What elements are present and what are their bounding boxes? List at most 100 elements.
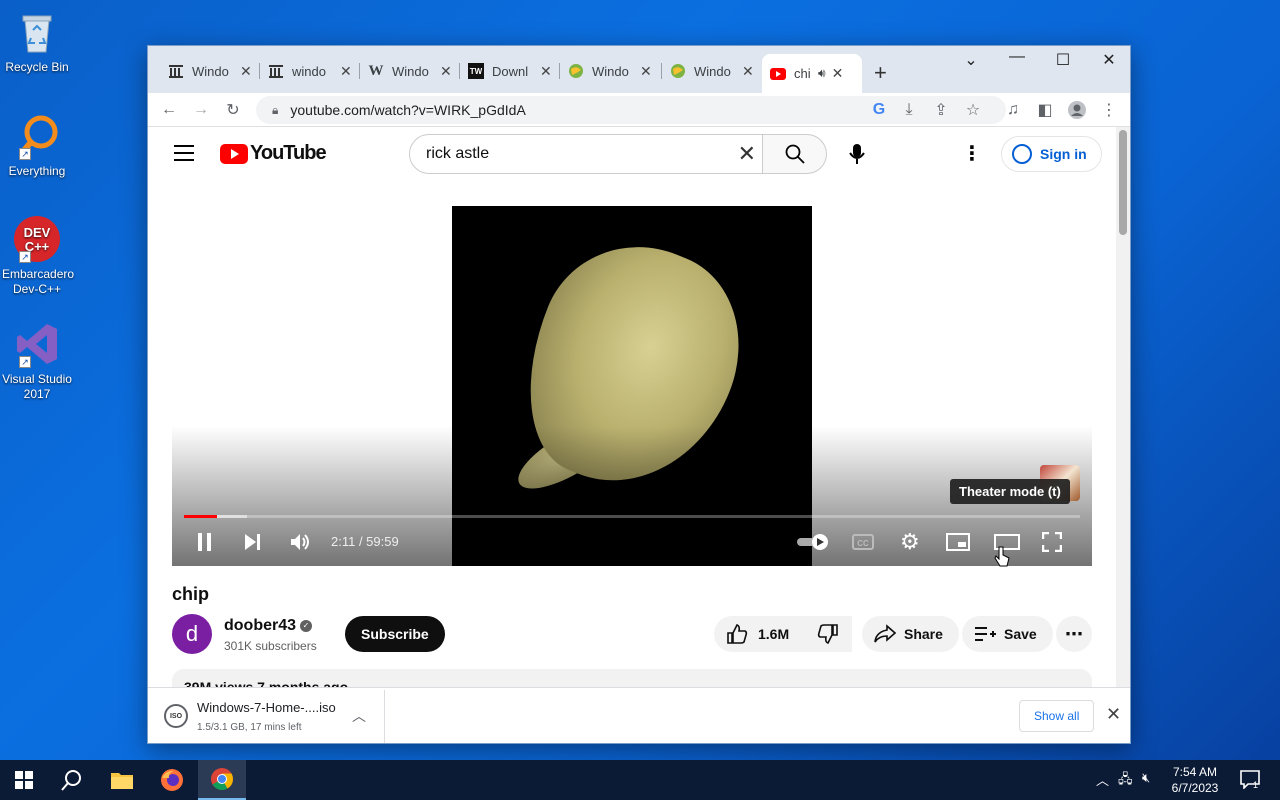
youtube-play-icon xyxy=(220,143,248,164)
tab-title: Windo xyxy=(694,63,731,79)
channel-avatar[interactable]: d xyxy=(172,614,212,654)
pause-icon xyxy=(198,533,211,551)
chrome-button[interactable] xyxy=(198,760,246,800)
reload-button[interactable]: ↻ xyxy=(222,99,244,121)
google-lens-icon[interactable]: G xyxy=(868,99,890,121)
miniplayer-button[interactable] xyxy=(946,530,970,554)
share-button[interactable]: Share xyxy=(862,616,959,652)
save-button[interactable]: Save xyxy=(962,616,1053,652)
pause-button[interactable] xyxy=(196,530,214,554)
close-tab-icon[interactable]: ✕ xyxy=(742,63,754,80)
show-all-button[interactable]: Show all xyxy=(1019,700,1095,732)
video-player[interactable]: Theater mode (t) 2:11 / 59:59 CC ⚙ xyxy=(172,206,1092,567)
close-window-button[interactable]: ✕ xyxy=(1086,50,1130,70)
firefox-button[interactable] xyxy=(148,760,196,800)
back-button[interactable]: ← xyxy=(158,99,180,121)
file-explorer-button[interactable] xyxy=(98,760,146,800)
share-page-icon[interactable]: ⇪ xyxy=(930,99,952,121)
tab-wikipedia[interactable]: W Windo ✕ xyxy=(360,56,460,86)
show-hidden-icons[interactable]: ︿ xyxy=(1096,770,1109,789)
start-button[interactable] xyxy=(0,760,48,800)
taskbar-search-button[interactable] xyxy=(48,760,96,800)
close-tab-icon[interactable]: ✕ xyxy=(540,63,552,80)
notification-center-icon[interactable]: 1 xyxy=(1240,769,1260,792)
settings-menu-icon[interactable]: ⋮ xyxy=(962,141,982,166)
tab-windows-5[interactable]: Windo ✕ xyxy=(560,56,662,86)
tab-strip: Windo ✕ windo ✕ W Windo ✕ TW Downl ✕ Win… xyxy=(148,46,1130,93)
chevron-up-icon[interactable]: ︿ xyxy=(352,706,366,726)
iso-file-icon: ISO xyxy=(164,704,188,728)
desktop-icon-label: Visual Studio 2017 xyxy=(2,372,72,401)
hamburger-menu-icon[interactable] xyxy=(174,145,194,166)
close-shelf-icon[interactable]: ✕ xyxy=(1106,704,1121,725)
search-icon xyxy=(785,144,805,164)
forward-button[interactable]: → xyxy=(190,99,212,121)
progress-bar[interactable] xyxy=(184,515,1080,518)
channel-name: doober43 xyxy=(224,617,297,634)
verified-check-icon: ✓ xyxy=(300,619,313,632)
player-tooltip: Theater mode (t) xyxy=(950,479,1070,504)
taskbar: ︿ 🖧︎ 🔇︎ 7:54 AM 6/7/2023 1 xyxy=(0,760,1280,800)
svg-text:DEV: DEV xyxy=(24,225,51,240)
volume-button[interactable] xyxy=(290,530,312,554)
lock-icon[interactable]: 🔒︎ xyxy=(272,103,278,118)
progress-played xyxy=(184,515,218,518)
desktop-icon-everything[interactable]: ↗ Everything xyxy=(2,112,72,179)
tab-search-button[interactable]: ⌄ xyxy=(948,50,994,70)
voice-search-button[interactable] xyxy=(841,138,873,170)
share-label: Share xyxy=(904,626,943,642)
desktop-icon-recycle-bin[interactable]: Recycle Bin xyxy=(2,8,72,75)
browser-menu-icon[interactable]: ⋮ xyxy=(1098,99,1120,121)
download-shelf: ISO Windows-7-Home-....iso 1.5/3.1 GB, 1… xyxy=(148,687,1130,743)
close-tab-icon[interactable]: ✕ xyxy=(832,65,844,82)
tab-windows-1[interactable]: Windo ✕ xyxy=(160,56,260,86)
volume-muted-icon[interactable]: 🔇︎ xyxy=(1142,770,1150,786)
search-button[interactable] xyxy=(763,134,827,174)
desktop-icon-devcpp[interactable]: DEV C++ ↗ Embarcadero Dev-C++ xyxy=(2,215,74,297)
chrome-icon xyxy=(211,768,233,790)
fullscreen-button[interactable] xyxy=(1042,530,1062,554)
search-input[interactable]: rick astle ✕ xyxy=(409,134,763,174)
profile-icon[interactable] xyxy=(1066,99,1088,121)
audio-playing-icon[interactable]: 🔊︎ xyxy=(818,66,826,81)
gear-icon: ⚙ xyxy=(900,529,920,554)
close-tab-icon[interactable]: ✕ xyxy=(240,63,252,80)
channel-name-row[interactable]: doober43 ✓ xyxy=(224,617,313,635)
minimize-button[interactable]: — xyxy=(994,48,1040,66)
view-count-date: 39M views 7 months ago xyxy=(184,679,349,687)
scrollbar-thumb[interactable] xyxy=(1119,130,1127,235)
bookmark-star-icon[interactable]: ☆ xyxy=(962,99,984,121)
network-icon[interactable]: 🖧︎ xyxy=(1118,770,1133,792)
download-file-name[interactable]: Windows-7-Home-....iso xyxy=(197,700,336,715)
sign-in-button[interactable]: Sign in xyxy=(1001,136,1102,172)
more-actions-button[interactable]: ⋯ xyxy=(1056,616,1092,652)
clear-search-icon[interactable]: ✕ xyxy=(738,141,756,167)
maximize-button[interactable]: ☐ xyxy=(1040,50,1086,70)
tab-download[interactable]: TW Downl ✕ xyxy=(460,56,560,86)
tab-youtube-active[interactable]: chi 🔊︎ ✕ xyxy=(762,54,862,93)
new-tab-button[interactable]: + xyxy=(874,60,887,86)
page-scrollbar[interactable] xyxy=(1116,127,1130,687)
description-box[interactable]: 39M views 7 months ago xyxy=(172,669,1092,687)
firefox-icon xyxy=(161,769,183,791)
desktop-icon-visual-studio[interactable]: ↗ Visual Studio 2017 xyxy=(2,320,72,402)
install-app-icon[interactable]: ⤓ xyxy=(898,99,920,121)
captions-button[interactable]: CC xyxy=(852,530,874,554)
tab-title: windo xyxy=(292,63,326,79)
close-tab-icon[interactable]: ✕ xyxy=(640,63,652,80)
side-panel-icon[interactable]: ◧ xyxy=(1034,99,1056,121)
dislike-button[interactable] xyxy=(804,616,852,652)
settings-button[interactable]: ⚙ xyxy=(900,529,920,554)
next-button[interactable] xyxy=(244,530,262,554)
youtube-logo[interactable]: YouTube xyxy=(220,142,327,165)
close-tab-icon[interactable]: ✕ xyxy=(440,63,452,80)
like-count: 1.6M xyxy=(758,626,790,642)
tab-windows-2[interactable]: windo ✕ xyxy=(260,56,360,86)
system-clock[interactable]: 7:54 AM 6/7/2023 xyxy=(1160,764,1230,796)
address-bar[interactable]: 🔒︎ youtube.com/watch?v=WIRK_pGdIdA xyxy=(256,96,1006,124)
close-tab-icon[interactable]: ✕ xyxy=(340,63,352,80)
subscribe-button[interactable]: Subscribe xyxy=(345,616,445,652)
media-control-icon[interactable]: ♫ xyxy=(1002,99,1024,121)
tab-windows-6[interactable]: Windo ✕ xyxy=(662,56,762,86)
autoplay-toggle[interactable] xyxy=(796,530,830,554)
